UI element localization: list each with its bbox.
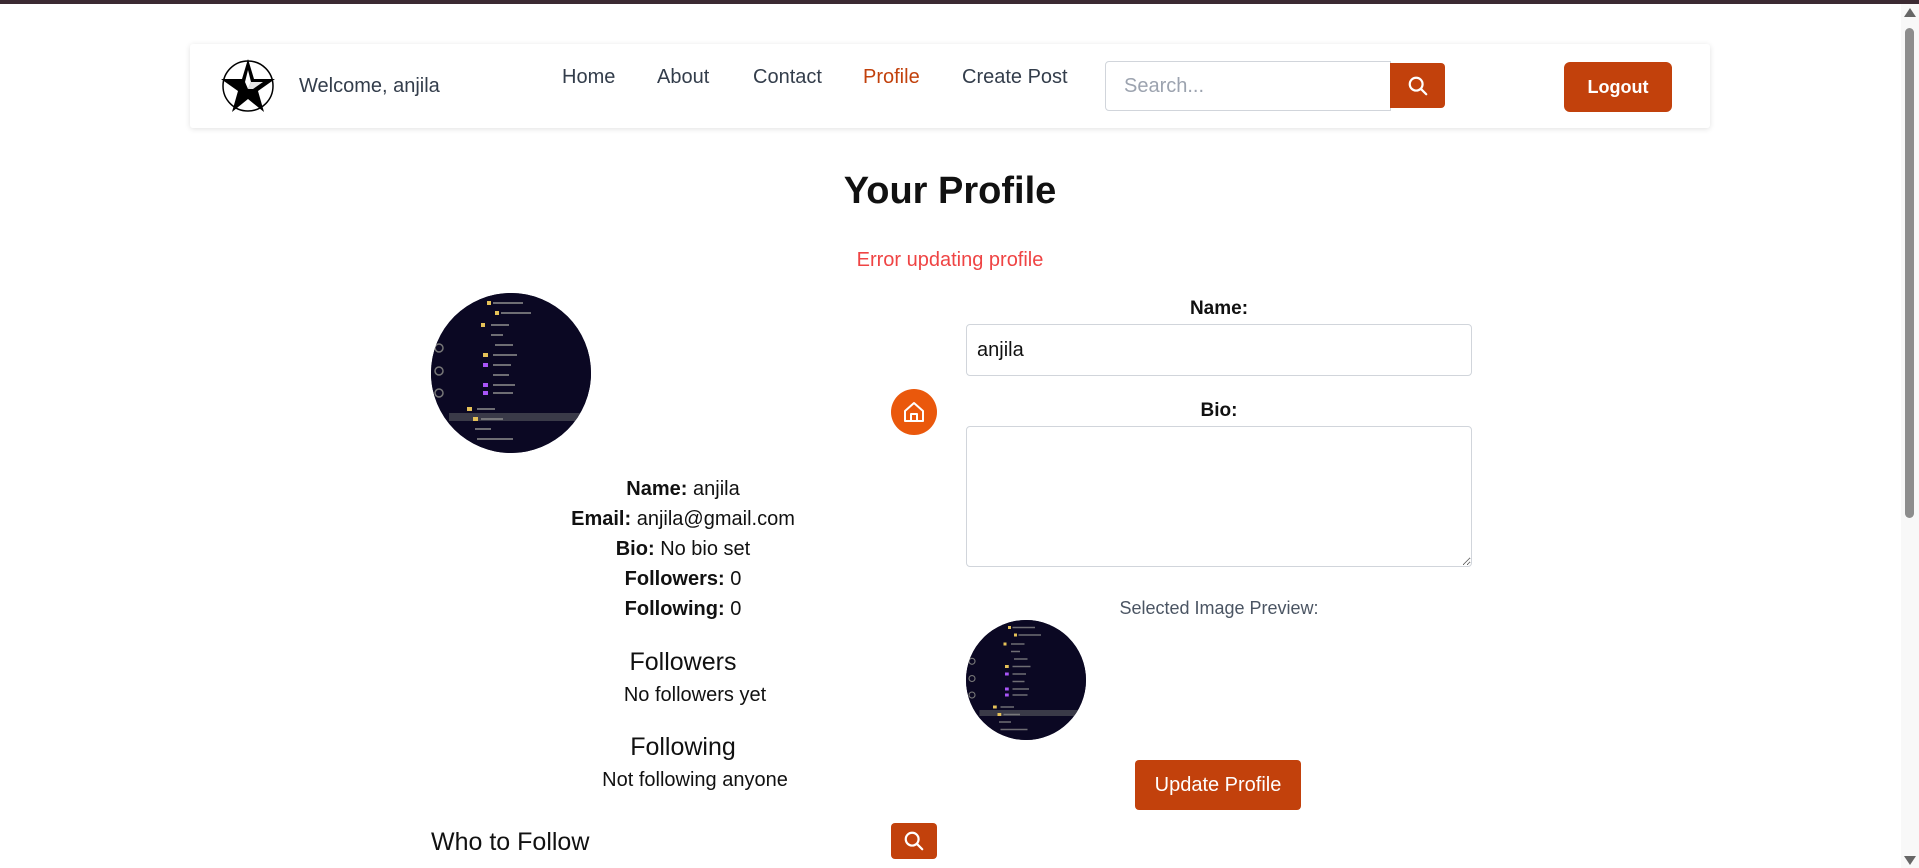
info-bio: Bio: No bio set [483,538,883,561]
who-to-follow-search-button[interactable] [891,823,937,859]
name-field[interactable] [966,324,1472,376]
bio-field[interactable] [966,426,1472,567]
info-following: Following: 0 [483,598,883,621]
following-heading: Following [630,733,736,761]
star-logo-icon[interactable] [220,58,276,114]
scroll-up-arrow-icon[interactable] [1904,8,1916,17]
page-scrollbar[interactable] [1901,4,1919,868]
who-to-follow-heading: Who to Follow [431,828,590,856]
nav-create-post[interactable]: Create Post [962,66,1068,89]
info-name-value: anjila [693,478,740,500]
info-followers: Followers: 0 [483,568,883,591]
following-empty-text: Not following anyone [602,769,788,791]
navbar: Welcome, anjila Home About Contact Profi… [190,44,1710,128]
avatar-screenshot-image [431,293,591,453]
logout-button[interactable]: Logout [1564,62,1672,112]
nav-about[interactable]: About [657,66,709,89]
search-button[interactable] [1390,63,1445,108]
info-followers-label: Followers: [624,568,725,590]
error-message: Error updating profile [856,249,1044,271]
info-bio-value: No bio set [660,538,751,560]
search-input[interactable] [1105,61,1391,111]
scrollbar-thumb[interactable] [1905,28,1914,518]
info-following-value: 0 [730,598,742,620]
info-followers-value: 0 [730,568,742,590]
info-email-value: anjila@gmail.com [636,508,795,530]
image-preview [966,620,1086,740]
info-following-label: Following: [624,598,725,620]
nav-profile[interactable]: Profile [863,66,920,89]
scroll-down-arrow-icon[interactable] [1904,856,1916,865]
followers-empty-text: No followers yet [623,684,767,706]
info-name: Name: anjila [483,478,883,501]
welcome-text: Welcome, anjila [299,75,440,97]
update-profile-button[interactable]: Update Profile [1135,760,1301,810]
page-title: Your Profile [843,170,1057,212]
preview-screenshot-image [966,620,1086,740]
followers-heading: Followers [629,648,737,676]
form-name-label: Name: [1189,298,1249,319]
home-icon [904,402,924,422]
home-button[interactable] [891,389,937,435]
info-name-label: Name: [626,478,688,500]
image-preview-label: Selected Image Preview: [1119,598,1319,618]
nav-contact[interactable]: Contact [753,66,822,89]
nav-home[interactable]: Home [562,66,615,89]
info-email-label: Email: [571,508,632,530]
search-icon [904,831,924,851]
info-bio-label: Bio: [615,538,655,560]
form-bio-label: Bio: [1200,400,1238,421]
profile-avatar [431,293,591,453]
search-icon [1408,76,1427,95]
info-email: Email: anjila@gmail.com [483,508,883,531]
window-top-border [0,0,1919,4]
